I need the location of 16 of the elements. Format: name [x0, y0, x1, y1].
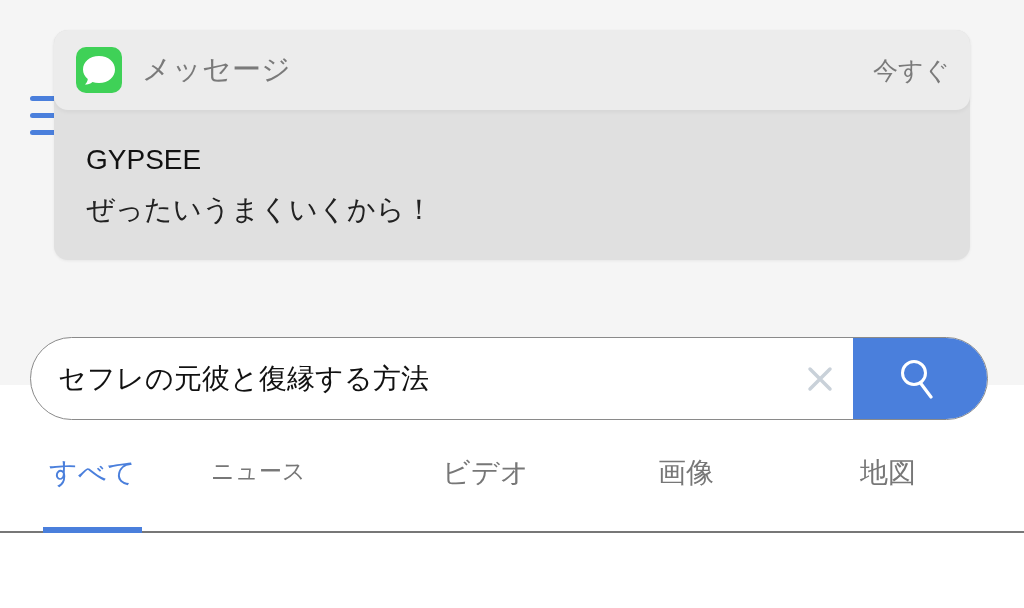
tab[interactable]: 画像 [652, 440, 720, 533]
app-name: メッセージ [142, 52, 291, 87]
sender-name: GYPSEE [86, 143, 202, 177]
tab[interactable]: 地図 [854, 440, 922, 533]
search-bar[interactable]: セフレの元彼と復縁する方法 [30, 337, 988, 420]
chat-bubble-icon [76, 47, 122, 93]
tab[interactable]: ニュース [204, 440, 312, 533]
search-icon [899, 358, 934, 399]
menu-icon[interactable] [30, 96, 54, 136]
search-field[interactable]: セフレの元彼と復縁する方法 [31, 338, 797, 419]
tab[interactable]: すべて [42, 440, 142, 533]
tab[interactable]: ビデオ [435, 440, 535, 533]
notification-card[interactable]: メッセージ 今すぐ GYPSEE ぜったいうまくいくから！ [54, 30, 970, 260]
notification-time: 今すぐ [873, 54, 950, 86]
search-button[interactable] [853, 338, 987, 419]
message-text: ぜったいうまくいくから！ [86, 193, 433, 227]
